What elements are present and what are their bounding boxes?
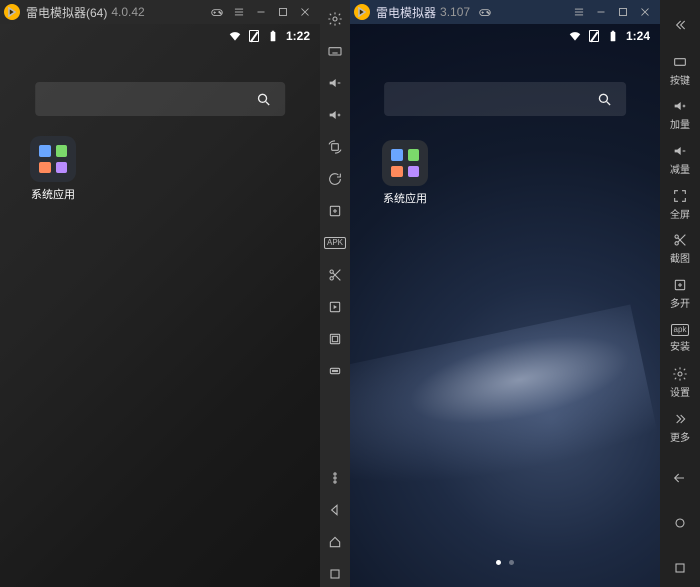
wifi-icon	[568, 29, 582, 43]
wifi-icon	[228, 29, 242, 43]
nosim-icon	[248, 29, 260, 43]
app-label: 系统应用	[376, 190, 434, 206]
close-button[interactable]	[294, 1, 316, 23]
phone-screen-right[interactable]: 1:24 系统应用	[350, 24, 660, 587]
settings-button[interactable]: 设置	[662, 364, 698, 403]
window-version: 3.107	[440, 5, 470, 19]
page-indicator	[350, 560, 660, 565]
side-toolbar-left: APK	[320, 0, 350, 587]
search-bar[interactable]	[384, 82, 626, 116]
scissors-icon[interactable]	[322, 262, 348, 288]
android-statusbar: 1:22	[0, 24, 320, 48]
close-button[interactable]	[634, 1, 656, 23]
titlebar-right[interactable]: 雷电模拟器 3.107	[350, 0, 660, 24]
nav-back-icon[interactable]	[662, 459, 698, 498]
install-apk-button[interactable]: apk安装	[662, 319, 698, 358]
battery-icon	[266, 29, 280, 43]
search-icon	[255, 91, 271, 107]
folder-icon	[30, 136, 76, 182]
folder-icon	[382, 140, 428, 186]
titlebar-left[interactable]: 雷电模拟器(64) 4.0.42	[0, 0, 320, 24]
clock: 1:22	[286, 29, 310, 43]
ldplayer-logo	[354, 4, 370, 20]
minimize-button[interactable]	[590, 1, 612, 23]
play-box-icon[interactable]	[322, 294, 348, 320]
app-system-apps[interactable]: 系统应用	[376, 140, 434, 206]
side-toolbar-right: 按键 加量 减量 全屏 截图 多开 apk安装 设置 更多	[660, 0, 700, 587]
more-icon[interactable]	[322, 358, 348, 384]
nav-home-icon[interactable]	[322, 529, 348, 555]
rotate-icon[interactable]	[322, 134, 348, 160]
battery-icon	[606, 29, 620, 43]
emulator-left: 雷电模拟器(64) 4.0.42 1:22 系统应用	[0, 0, 320, 587]
collapse-icon[interactable]	[662, 6, 698, 45]
add-box-icon[interactable]	[322, 198, 348, 224]
search-bar[interactable]	[35, 82, 285, 116]
minimize-button[interactable]	[250, 1, 272, 23]
fullscreen-button[interactable]: 全屏	[662, 185, 698, 224]
clock: 1:24	[626, 29, 650, 43]
nav-home-icon[interactable]	[662, 504, 698, 543]
window-version: 4.0.42	[111, 5, 144, 19]
settings-gear-icon[interactable]	[322, 6, 348, 32]
keymap-button[interactable]: 按键	[662, 51, 698, 90]
window-title: 雷电模拟器	[376, 4, 436, 21]
gamepad-icon[interactable]	[206, 1, 228, 23]
volume-down-icon[interactable]	[322, 70, 348, 96]
app-system-apps[interactable]: 系统应用	[24, 136, 82, 202]
nav-recent-icon[interactable]	[662, 548, 698, 587]
screenshot-icon[interactable]	[322, 326, 348, 352]
refresh-icon[interactable]	[322, 166, 348, 192]
keyboard-icon[interactable]	[322, 38, 348, 64]
maximize-button[interactable]	[272, 1, 294, 23]
ldplayer-logo	[4, 4, 20, 20]
search-icon	[596, 91, 612, 107]
window-title: 雷电模拟器(64)	[26, 4, 107, 21]
apk-icon[interactable]: APK	[322, 230, 348, 256]
nosim-icon	[588, 29, 600, 43]
app-label: 系统应用	[24, 186, 82, 202]
more-button[interactable]: 更多	[662, 408, 698, 447]
volume-up-icon[interactable]	[322, 102, 348, 128]
volume-down-button[interactable]: 减量	[662, 140, 698, 179]
volume-up-button[interactable]: 加量	[662, 95, 698, 134]
multi-instance-button[interactable]: 多开	[662, 274, 698, 313]
gamepad-icon[interactable]	[474, 1, 496, 23]
nav-more-vert-icon[interactable]	[322, 465, 348, 491]
menu-icon[interactable]	[568, 1, 590, 23]
android-statusbar: 1:24	[350, 24, 660, 48]
maximize-button[interactable]	[612, 1, 634, 23]
menu-icon[interactable]	[228, 1, 250, 23]
emulator-right: 雷电模拟器 3.107 1:24 系统应用	[350, 0, 660, 587]
nav-recent-icon[interactable]	[322, 561, 348, 587]
screenshot-button[interactable]: 截图	[662, 229, 698, 268]
phone-screen-left[interactable]: 1:22 系统应用	[0, 24, 320, 587]
nav-back-icon[interactable]	[322, 497, 348, 523]
